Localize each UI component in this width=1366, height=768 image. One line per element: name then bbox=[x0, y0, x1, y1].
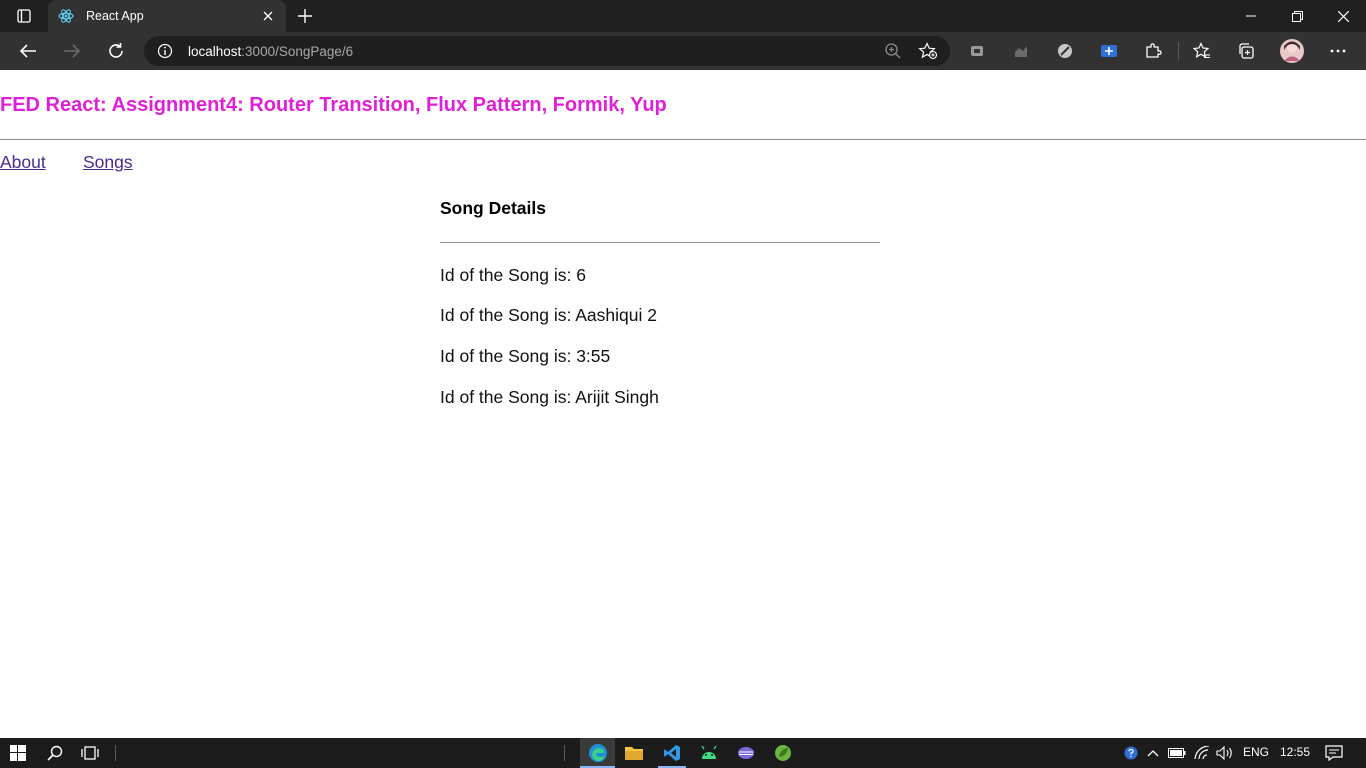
search-icon bbox=[47, 745, 63, 761]
details-divider bbox=[440, 242, 880, 243]
taskbar-android-studio[interactable] bbox=[697, 741, 721, 765]
tab-title: React App bbox=[86, 9, 144, 23]
taskbar-spring-app[interactable] bbox=[771, 741, 795, 765]
nav-link-about[interactable]: About bbox=[0, 152, 46, 173]
song-name-line: Id of the Song is: Aashiqui 2 bbox=[440, 305, 657, 325]
folder-icon bbox=[625, 747, 643, 760]
page-content: FED React: Assignment4: Router Transitio… bbox=[0, 70, 1366, 738]
forward-button[interactable] bbox=[57, 36, 87, 66]
puzzle-icon bbox=[1146, 43, 1162, 58]
volume-tray-button[interactable] bbox=[1214, 741, 1236, 765]
taskbar-vscode[interactable] bbox=[660, 741, 684, 765]
address-bar[interactable]: localhost:3000/SongPage/6 bbox=[144, 36, 950, 66]
back-button[interactable] bbox=[13, 36, 43, 66]
task-view-icon bbox=[81, 746, 99, 760]
chart-extension-icon bbox=[1015, 46, 1027, 57]
extension-4-button[interactable] bbox=[1094, 36, 1124, 66]
windows-logo-icon bbox=[10, 745, 26, 761]
edge-icon bbox=[589, 744, 607, 762]
help-tray-button[interactable] bbox=[1121, 741, 1141, 765]
search-button[interactable] bbox=[43, 741, 67, 765]
taskbar-edge[interactable] bbox=[586, 741, 610, 765]
minimize-button[interactable] bbox=[1228, 0, 1274, 32]
battery-icon bbox=[1168, 748, 1186, 758]
nav-link-songs[interactable]: Songs bbox=[83, 152, 133, 173]
forward-arrow-icon bbox=[64, 44, 81, 58]
extension-3-button[interactable] bbox=[1050, 36, 1080, 66]
song-duration-line: Id of the Song is: 3:55 bbox=[440, 346, 611, 366]
taskbar-file-explorer[interactable] bbox=[622, 741, 646, 765]
speaker-icon bbox=[1216, 746, 1232, 760]
refresh-button[interactable] bbox=[101, 36, 131, 66]
wifi-icon bbox=[1194, 746, 1210, 760]
settings-menu-button[interactable] bbox=[1323, 36, 1353, 66]
refresh-icon bbox=[109, 43, 123, 58]
song-artist-line: Id of the Song is: Arijit Singh bbox=[440, 387, 659, 407]
close-tab-icon[interactable] bbox=[260, 8, 276, 24]
chevron-up-icon bbox=[1147, 750, 1159, 757]
song-details-heading: Song Details bbox=[440, 198, 546, 218]
extension-2-button[interactable] bbox=[1006, 36, 1036, 66]
more-options-icon bbox=[1330, 49, 1346, 53]
battery-tray-button[interactable] bbox=[1166, 741, 1188, 765]
taskbar-app-purple[interactable] bbox=[734, 741, 758, 765]
zoom-icon[interactable] bbox=[884, 42, 902, 60]
plus-icon bbox=[298, 9, 312, 23]
app-stripe-icon bbox=[738, 747, 754, 759]
task-view-button[interactable] bbox=[78, 741, 102, 765]
block-extension-icon bbox=[1058, 44, 1072, 58]
restore-icon bbox=[1291, 10, 1303, 22]
collections-button[interactable] bbox=[1231, 36, 1261, 66]
url-path: :3000/SongPage/6 bbox=[241, 43, 354, 59]
minimize-icon bbox=[1246, 15, 1256, 17]
taskbar-divider bbox=[564, 745, 565, 761]
url-host: localhost bbox=[188, 43, 242, 59]
site-info-icon[interactable] bbox=[156, 42, 174, 60]
vscode-icon bbox=[664, 745, 680, 761]
extension-badge-icon bbox=[971, 46, 983, 56]
page-title: FED React: Assignment4: Router Transitio… bbox=[0, 94, 667, 116]
avatar bbox=[1280, 39, 1304, 63]
song-details-panel: Song Details Id of the Song is: 6 Id of … bbox=[440, 198, 880, 407]
windows-taskbar: ENG 12:55 bbox=[0, 738, 1366, 768]
language-indicator[interactable]: ENG bbox=[1243, 745, 1269, 759]
tab-actions-icon bbox=[17, 9, 31, 23]
restore-button[interactable] bbox=[1274, 0, 1320, 32]
add-favorite-icon[interactable] bbox=[918, 42, 938, 60]
notification-icon bbox=[1325, 745, 1343, 761]
browser-toolbar: localhost:3000/SongPage/6 bbox=[0, 32, 1366, 70]
translate-extension-icon bbox=[1101, 45, 1117, 57]
new-tab-button[interactable] bbox=[292, 4, 318, 28]
leaf-icon bbox=[775, 745, 791, 761]
tab-actions-button[interactable] bbox=[8, 4, 40, 28]
close-icon bbox=[1337, 10, 1349, 22]
browser-tab[interactable]: React App bbox=[48, 0, 286, 32]
back-arrow-icon bbox=[19, 44, 36, 58]
header-divider bbox=[0, 139, 1366, 140]
favorites-star-icon bbox=[1193, 42, 1210, 59]
android-icon bbox=[701, 746, 717, 759]
extensions-button[interactable] bbox=[1138, 36, 1168, 66]
notifications-button[interactable] bbox=[1322, 741, 1346, 765]
profile-button[interactable] bbox=[1277, 36, 1307, 66]
show-hidden-icons-button[interactable] bbox=[1143, 741, 1163, 765]
clock[interactable]: 12:55 bbox=[1280, 745, 1310, 759]
close-window-button[interactable] bbox=[1320, 0, 1366, 32]
react-icon bbox=[58, 8, 74, 24]
favorites-button[interactable] bbox=[1187, 36, 1217, 66]
extension-1-button[interactable] bbox=[962, 36, 992, 66]
collections-icon bbox=[1239, 43, 1254, 59]
browser-titlebar: React App bbox=[0, 0, 1366, 32]
help-icon bbox=[1124, 746, 1138, 760]
network-tray-button[interactable] bbox=[1191, 741, 1213, 765]
taskbar-divider bbox=[115, 745, 116, 761]
song-id-line: Id of the Song is: 6 bbox=[440, 265, 586, 285]
start-button[interactable] bbox=[6, 741, 30, 765]
toolbar-divider bbox=[1178, 42, 1179, 60]
